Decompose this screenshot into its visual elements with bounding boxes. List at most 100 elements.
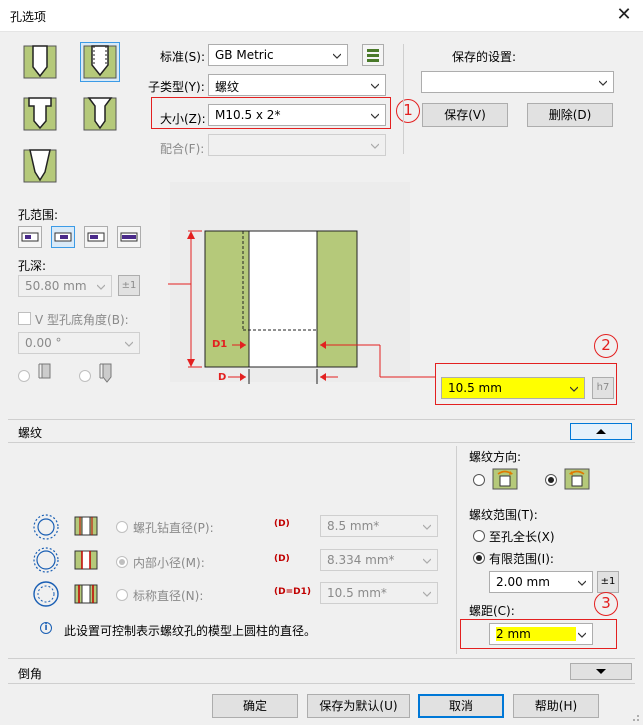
minor-diameter-section-icon	[74, 549, 98, 574]
tap-drill-select[interactable]: 8.5 mm*	[320, 515, 438, 537]
nominal-diameter-section-icon	[74, 583, 98, 608]
angled-bottom-icon	[98, 362, 116, 387]
range-through-all-icon	[120, 232, 138, 242]
chevron-down-icon	[423, 523, 431, 531]
minor-diameter-value: 8.334 mm*	[327, 553, 395, 567]
full-length-label: 至孔全长(X)	[489, 530, 555, 544]
hole-type-tapped-button[interactable]	[80, 42, 120, 82]
standard-label: 标准(S):	[160, 50, 206, 64]
limited-range-radio[interactable]	[473, 552, 485, 564]
chevron-down-icon	[423, 557, 431, 565]
hole-type-taper-button[interactable]	[20, 146, 60, 186]
minor-diameter-select[interactable]: 8.334 mm*	[320, 549, 438, 571]
cancel-button[interactable]: 取消	[418, 694, 504, 718]
nominal-diameter-code: (D=D1)	[274, 587, 311, 597]
pitch-select[interactable]: 2 mm	[489, 623, 593, 645]
standard-list-button[interactable]	[362, 44, 384, 66]
tapped-hole-icon	[83, 45, 117, 79]
hole-range-through-all-button[interactable]	[117, 226, 141, 248]
vertical-divider	[403, 44, 404, 154]
nominal-diameter-label: 标称直径(N):	[133, 589, 204, 603]
limited-range-select[interactable]: 2.00 mm	[489, 571, 593, 593]
chevron-down-icon	[599, 79, 607, 87]
bottom-flat-radio[interactable]	[18, 370, 30, 382]
hole-type-countersink-button[interactable]	[20, 94, 60, 134]
thread-direction-label: 螺纹方向:	[469, 450, 522, 464]
hole-depth-label: 孔深:	[18, 259, 47, 273]
window-title: 孔选项	[10, 10, 47, 24]
delete-button[interactable]: 删除(D)	[527, 103, 613, 127]
thread-range-label: 螺纹范围(T):	[469, 508, 538, 522]
chevron-down-icon	[570, 385, 578, 393]
thread-right-hand-radio[interactable]	[473, 474, 485, 486]
thread-section-collapse-button[interactable]	[570, 423, 632, 440]
fit-select[interactable]	[208, 134, 386, 156]
resize-grip-icon[interactable]	[628, 710, 640, 722]
tap-drill-code: (D)	[274, 519, 290, 529]
tap-drill-radio[interactable]	[116, 521, 128, 533]
fit-label: 配合(F):	[160, 142, 205, 156]
size-select[interactable]: M10.5 x 2*	[208, 104, 386, 126]
v-angle-label: V 型孔底角度(B):	[35, 313, 129, 327]
info-icon: i	[40, 622, 52, 634]
saved-settings-label: 保存的设置:	[452, 50, 517, 64]
thread-left-hand-radio[interactable]	[545, 474, 557, 486]
thread-section-top-divider	[8, 419, 635, 420]
chevron-down-icon	[596, 669, 606, 674]
bottom-angled-radio[interactable]	[79, 370, 91, 382]
d1-dimension-label: D1	[212, 339, 228, 350]
v-angle-value: 0.00 °	[25, 336, 62, 350]
hole-range-blind-button[interactable]	[51, 226, 75, 248]
close-icon[interactable]: ✕	[612, 4, 636, 26]
size-label: 大小(Z):	[160, 112, 206, 126]
right-hand-thread-icon	[492, 468, 518, 493]
ok-button[interactable]: 确定	[212, 694, 298, 718]
save-button[interactable]: 保存(V)	[422, 103, 508, 127]
limited-range-value: 2.00 mm	[496, 575, 550, 589]
hole-depth-select[interactable]: 50.80 mm	[18, 275, 112, 297]
nominal-diameter-value: 10.5 mm*	[327, 586, 387, 600]
chevron-down-icon	[578, 631, 586, 639]
subtype-select[interactable]: 螺纹	[208, 74, 386, 96]
chevron-down-icon	[578, 579, 586, 587]
callout-2: 2	[594, 334, 618, 358]
size-value: M10.5 x 2*	[215, 108, 281, 122]
full-length-radio[interactable]	[473, 530, 485, 542]
minor-diameter-radio[interactable]	[116, 556, 128, 568]
chamfer-section-expand-button[interactable]	[570, 663, 632, 680]
hole-depth-tolerance-button[interactable]: ±1	[118, 275, 140, 296]
chevron-down-icon	[125, 340, 133, 348]
range-to-face-icon	[87, 232, 105, 242]
fit-tag-button[interactable]: h7	[592, 377, 614, 399]
nominal-diameter-radio[interactable]	[116, 589, 128, 601]
left-hand-thread-icon	[564, 468, 590, 493]
list-icon	[367, 49, 379, 62]
chamfer-section-top-divider	[8, 658, 635, 659]
nominal-diameter-select[interactable]: 10.5 mm*	[320, 582, 438, 604]
subtype-value: 螺纹	[215, 80, 240, 94]
hole-range-to-face-button[interactable]	[84, 226, 108, 248]
v-angle-checkbox[interactable]	[18, 312, 31, 325]
chamfer-section-title: 倒角	[18, 667, 43, 681]
v-angle-select[interactable]: 0.00 °	[18, 332, 140, 354]
taper-hole-icon	[23, 149, 57, 183]
saved-settings-select[interactable]	[421, 71, 614, 93]
help-button[interactable]: 帮助(H)	[513, 694, 599, 718]
thread-section-title: 螺纹	[18, 426, 43, 440]
chevron-down-icon	[333, 52, 341, 60]
chamfer-section-bottom-divider	[8, 683, 635, 684]
callout-3: 3	[594, 592, 618, 616]
limited-range-tolerance-button[interactable]: ±1	[597, 571, 619, 593]
diameter-select[interactable]: 10.5 mm	[441, 377, 585, 399]
thread-vertical-divider	[456, 446, 457, 654]
title-bar	[0, 0, 643, 32]
limited-range-label: 有限范围(I):	[489, 552, 554, 566]
standard-select[interactable]: GB Metric	[208, 44, 348, 66]
hole-type-counterbore-button[interactable]	[20, 42, 60, 82]
tap-drill-value: 8.5 mm*	[327, 519, 380, 533]
hole-type-countersunk-button[interactable]	[80, 94, 120, 134]
chevron-down-icon	[371, 82, 379, 90]
hole-range-through-next-button[interactable]	[18, 226, 42, 248]
tap-drill-label: 螺孔钻直径(P):	[133, 521, 214, 535]
save-as-default-button[interactable]: 保存为默认(U)	[307, 694, 410, 718]
